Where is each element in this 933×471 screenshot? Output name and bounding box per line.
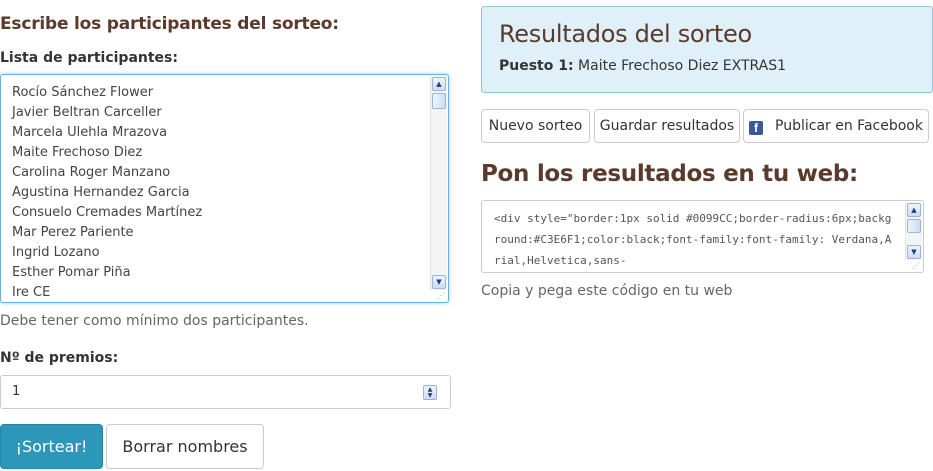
prizes-label: Nº de premios:: [0, 350, 119, 366]
participants-help-text: Debe tener como mínimo dos participantes…: [0, 313, 309, 329]
resize-grip-icon[interactable]: ⋰: [437, 291, 446, 300]
list-item: Esther Pomar Piña: [12, 265, 131, 280]
list-item: Ire CE: [12, 285, 51, 300]
embed-code: <div style="border:1px solid #0099CC;bor…: [494, 212, 892, 267]
participants-textarea[interactable]: Rocío Sánchez Flower Javier Beltran Carc…: [0, 74, 449, 303]
list-item: Consuelo Cremades Martínez: [12, 205, 203, 220]
prizes-input[interactable]: 1 ▲ ▼: [0, 375, 451, 409]
save-results-button[interactable]: Guardar resultados: [594, 109, 740, 143]
code-scrollbar[interactable]: ▲ ▼: [905, 202, 922, 260]
scroll-up-icon[interactable]: ▲: [432, 77, 446, 91]
participants-heading: Escribe los participantes del sorteo:: [0, 14, 339, 34]
results-heading: Resultados del sorteo: [499, 20, 752, 48]
embed-code-textarea[interactable]: <div style="border:1px solid #0099CC;bor…: [481, 200, 924, 273]
result-row: Puesto 1: Maite Frechoso Diez EXTRAS1: [499, 58, 786, 74]
resize-grip-icon[interactable]: ⋰: [912, 261, 921, 270]
participants-list: Rocío Sánchez Flower Javier Beltran Carc…: [12, 83, 203, 302]
list-item: Mar Perez Pariente: [12, 225, 134, 240]
new-draw-button[interactable]: Nuevo sorteo: [481, 109, 590, 143]
clear-names-button[interactable]: Borrar nombres: [106, 424, 264, 469]
list-item: Carolina Roger Manzano: [12, 165, 171, 180]
scroll-down-icon[interactable]: ▼: [432, 275, 446, 289]
copy-help-text: Copia y pega este código en tu web: [481, 283, 733, 299]
scroll-thumb[interactable]: [432, 93, 446, 109]
list-item: Ingrid Lozano: [12, 245, 100, 260]
participants-scrollbar[interactable]: ▲ ▼: [430, 76, 447, 290]
facebook-label: Publicar en Facebook: [775, 118, 923, 134]
spin-icon[interactable]: ▲ ▼: [423, 385, 437, 400]
results-panel: Resultados del sorteo Puesto 1: Maite Fr…: [481, 6, 933, 93]
prizes-value: 1: [12, 384, 21, 399]
facebook-publish-button[interactable]: f Publicar en Facebook: [743, 109, 929, 143]
list-item: Marcela Ulehla Mrazova: [12, 125, 168, 140]
result-position-label: Puesto 1:: [499, 58, 574, 74]
facebook-icon: f: [749, 121, 764, 135]
list-item: Rocío Sánchez Flower: [12, 85, 154, 100]
list-item: Agustina Hernandez Garcia: [12, 185, 190, 200]
draw-button[interactable]: ¡Sortear!: [0, 424, 103, 469]
scroll-thumb[interactable]: [907, 219, 921, 233]
scroll-up-icon[interactable]: ▲: [907, 203, 921, 217]
list-label: Lista de participantes:: [0, 50, 178, 66]
list-item: Javier Beltran Carceller: [12, 105, 162, 120]
list-item: Maite Frechoso Diez: [12, 145, 143, 160]
scroll-down-icon[interactable]: ▼: [907, 245, 921, 259]
embed-heading: Pon los resultados en tu web:: [481, 161, 858, 187]
result-winner: Maite Frechoso Diez EXTRAS1: [573, 58, 787, 74]
